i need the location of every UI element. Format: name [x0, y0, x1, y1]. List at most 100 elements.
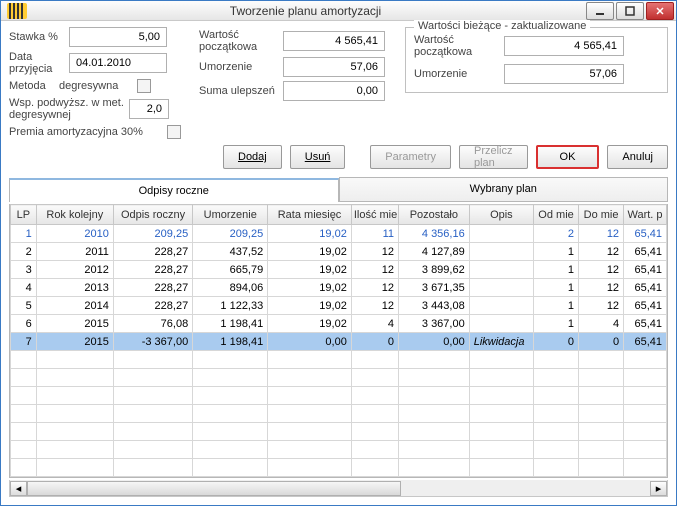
cell[interactable]: 2014 — [36, 297, 113, 315]
cell[interactable]: 6 — [11, 315, 37, 333]
table-row[interactable]: 12010209,25209,2519,02114 356,1621265,41 — [11, 225, 667, 243]
table-row[interactable]: 42013228,27894,0619,02123 671,3511265,41 — [11, 279, 667, 297]
cell[interactable] — [469, 225, 533, 243]
cell[interactable]: 1 — [534, 243, 579, 261]
cell[interactable]: 12 — [351, 261, 398, 279]
coef-input[interactable]: 2,0 — [129, 99, 169, 119]
date-input[interactable]: 04.01.2010 — [69, 53, 167, 73]
cell[interactable]: 2013 — [36, 279, 113, 297]
add-button[interactable]: Dodaj — [223, 145, 282, 169]
cell[interactable]: 65,41 — [624, 315, 667, 333]
column-header[interactable]: Do mie — [579, 205, 624, 225]
column-header[interactable]: LP — [11, 205, 37, 225]
cell[interactable]: 1 — [534, 297, 579, 315]
cell[interactable]: 3 899,62 — [398, 261, 469, 279]
cell[interactable]: 19,02 — [268, 261, 352, 279]
amort-input[interactable]: 57,06 — [283, 57, 385, 77]
cell[interactable]: 2010 — [36, 225, 113, 243]
minimize-button[interactable] — [586, 2, 614, 20]
cell[interactable]: 4 127,89 — [398, 243, 469, 261]
cell[interactable]: 2011 — [36, 243, 113, 261]
cell[interactable]: 19,02 — [268, 315, 352, 333]
cell[interactable]: 65,41 — [624, 333, 667, 351]
cell[interactable]: 0,00 — [268, 333, 352, 351]
cell[interactable]: 228,27 — [113, 279, 192, 297]
cell[interactable]: 7 — [11, 333, 37, 351]
cell[interactable]: 2 — [534, 225, 579, 243]
cell[interactable]: 65,41 — [624, 225, 667, 243]
cancel-button[interactable]: Anuluj — [607, 145, 668, 169]
table-row[interactable]: 32012228,27665,7919,02123 899,6211265,41 — [11, 261, 667, 279]
scroll-right-icon[interactable]: ▸ — [650, 481, 667, 496]
cell[interactable]: 12 — [351, 279, 398, 297]
cell[interactable]: 3 443,08 — [398, 297, 469, 315]
column-header[interactable]: Rata miesięc — [268, 205, 352, 225]
table-row[interactable]: 6201576,081 198,4119,0243 367,001465,41 — [11, 315, 667, 333]
cell[interactable]: 2015 — [36, 333, 113, 351]
startval-input[interactable]: 4 565,41 — [283, 31, 385, 51]
cell[interactable]: 209,25 — [193, 225, 268, 243]
cell[interactable]: 3 367,00 — [398, 315, 469, 333]
close-button[interactable] — [646, 2, 674, 20]
cell[interactable]: 19,02 — [268, 279, 352, 297]
maximize-button[interactable] — [616, 2, 644, 20]
cell[interactable]: 0 — [351, 333, 398, 351]
cell[interactable]: -3 367,00 — [113, 333, 192, 351]
cell[interactable]: 12 — [579, 225, 624, 243]
cell[interactable]: 65,41 — [624, 261, 667, 279]
tab-selected[interactable]: Wybrany plan — [339, 177, 669, 201]
cell[interactable] — [469, 297, 533, 315]
cell[interactable]: 4 356,16 — [398, 225, 469, 243]
cell[interactable]: 0,00 — [398, 333, 469, 351]
cell[interactable]: 228,27 — [113, 297, 192, 315]
cell[interactable]: 0 — [534, 333, 579, 351]
ok-button[interactable]: OK — [536, 145, 600, 169]
scroll-thumb[interactable] — [27, 481, 401, 496]
titlebar[interactable]: Tworzenie planu amortyzacji — [1, 1, 676, 21]
column-header[interactable]: Rok kolejny — [36, 205, 113, 225]
cell[interactable]: 76,08 — [113, 315, 192, 333]
cell[interactable]: 12 — [579, 243, 624, 261]
cell[interactable]: 11 — [351, 225, 398, 243]
method-checkbox[interactable] — [137, 79, 151, 93]
column-header[interactable]: Od mie — [534, 205, 579, 225]
cell[interactable]: 4 — [11, 279, 37, 297]
table-row[interactable]: 22011228,27437,5219,02124 127,8911265,41 — [11, 243, 667, 261]
cell[interactable] — [469, 279, 533, 297]
cell[interactable]: 228,27 — [113, 261, 192, 279]
cell[interactable]: 228,27 — [113, 243, 192, 261]
cell[interactable] — [469, 315, 533, 333]
column-header[interactable]: Umorzenie — [193, 205, 268, 225]
cell[interactable]: 1 198,41 — [193, 333, 268, 351]
amortization-table[interactable]: LPRok kolejnyOdpis rocznyUmorzenieRata m… — [10, 204, 667, 477]
bonus-checkbox[interactable] — [167, 125, 181, 139]
cell[interactable]: 19,02 — [268, 243, 352, 261]
column-header[interactable]: Odpis roczny — [113, 205, 192, 225]
column-header[interactable]: Wart. p — [624, 205, 667, 225]
cell[interactable]: 2 — [11, 243, 37, 261]
table-row[interactable]: 72015-3 367,001 198,410,0000,00Likwidacj… — [11, 333, 667, 351]
cell[interactable]: 4 — [351, 315, 398, 333]
cell[interactable]: 65,41 — [624, 243, 667, 261]
column-header[interactable]: Opis — [469, 205, 533, 225]
column-header[interactable]: Pozostało — [398, 205, 469, 225]
cell[interactable]: 12 — [579, 297, 624, 315]
cell[interactable]: 19,02 — [268, 225, 352, 243]
cell[interactable]: 4 — [579, 315, 624, 333]
cell[interactable]: 3 — [11, 261, 37, 279]
cell[interactable]: 19,02 — [268, 297, 352, 315]
cell[interactable]: 12 — [351, 297, 398, 315]
cell[interactable]: 12 — [351, 243, 398, 261]
cell[interactable]: 209,25 — [113, 225, 192, 243]
scroll-left-icon[interactable]: ◂ — [10, 481, 27, 496]
cell[interactable]: 5 — [11, 297, 37, 315]
cell[interactable]: 1 — [11, 225, 37, 243]
cell[interactable]: 1 — [534, 261, 579, 279]
cell[interactable]: Likwidacja — [469, 333, 533, 351]
cell[interactable] — [469, 243, 533, 261]
cell[interactable]: 65,41 — [624, 279, 667, 297]
delete-button[interactable]: Usuń — [290, 145, 346, 169]
cell[interactable]: 3 671,35 — [398, 279, 469, 297]
improv-input[interactable]: 0,00 — [283, 81, 385, 101]
cell[interactable] — [469, 261, 533, 279]
